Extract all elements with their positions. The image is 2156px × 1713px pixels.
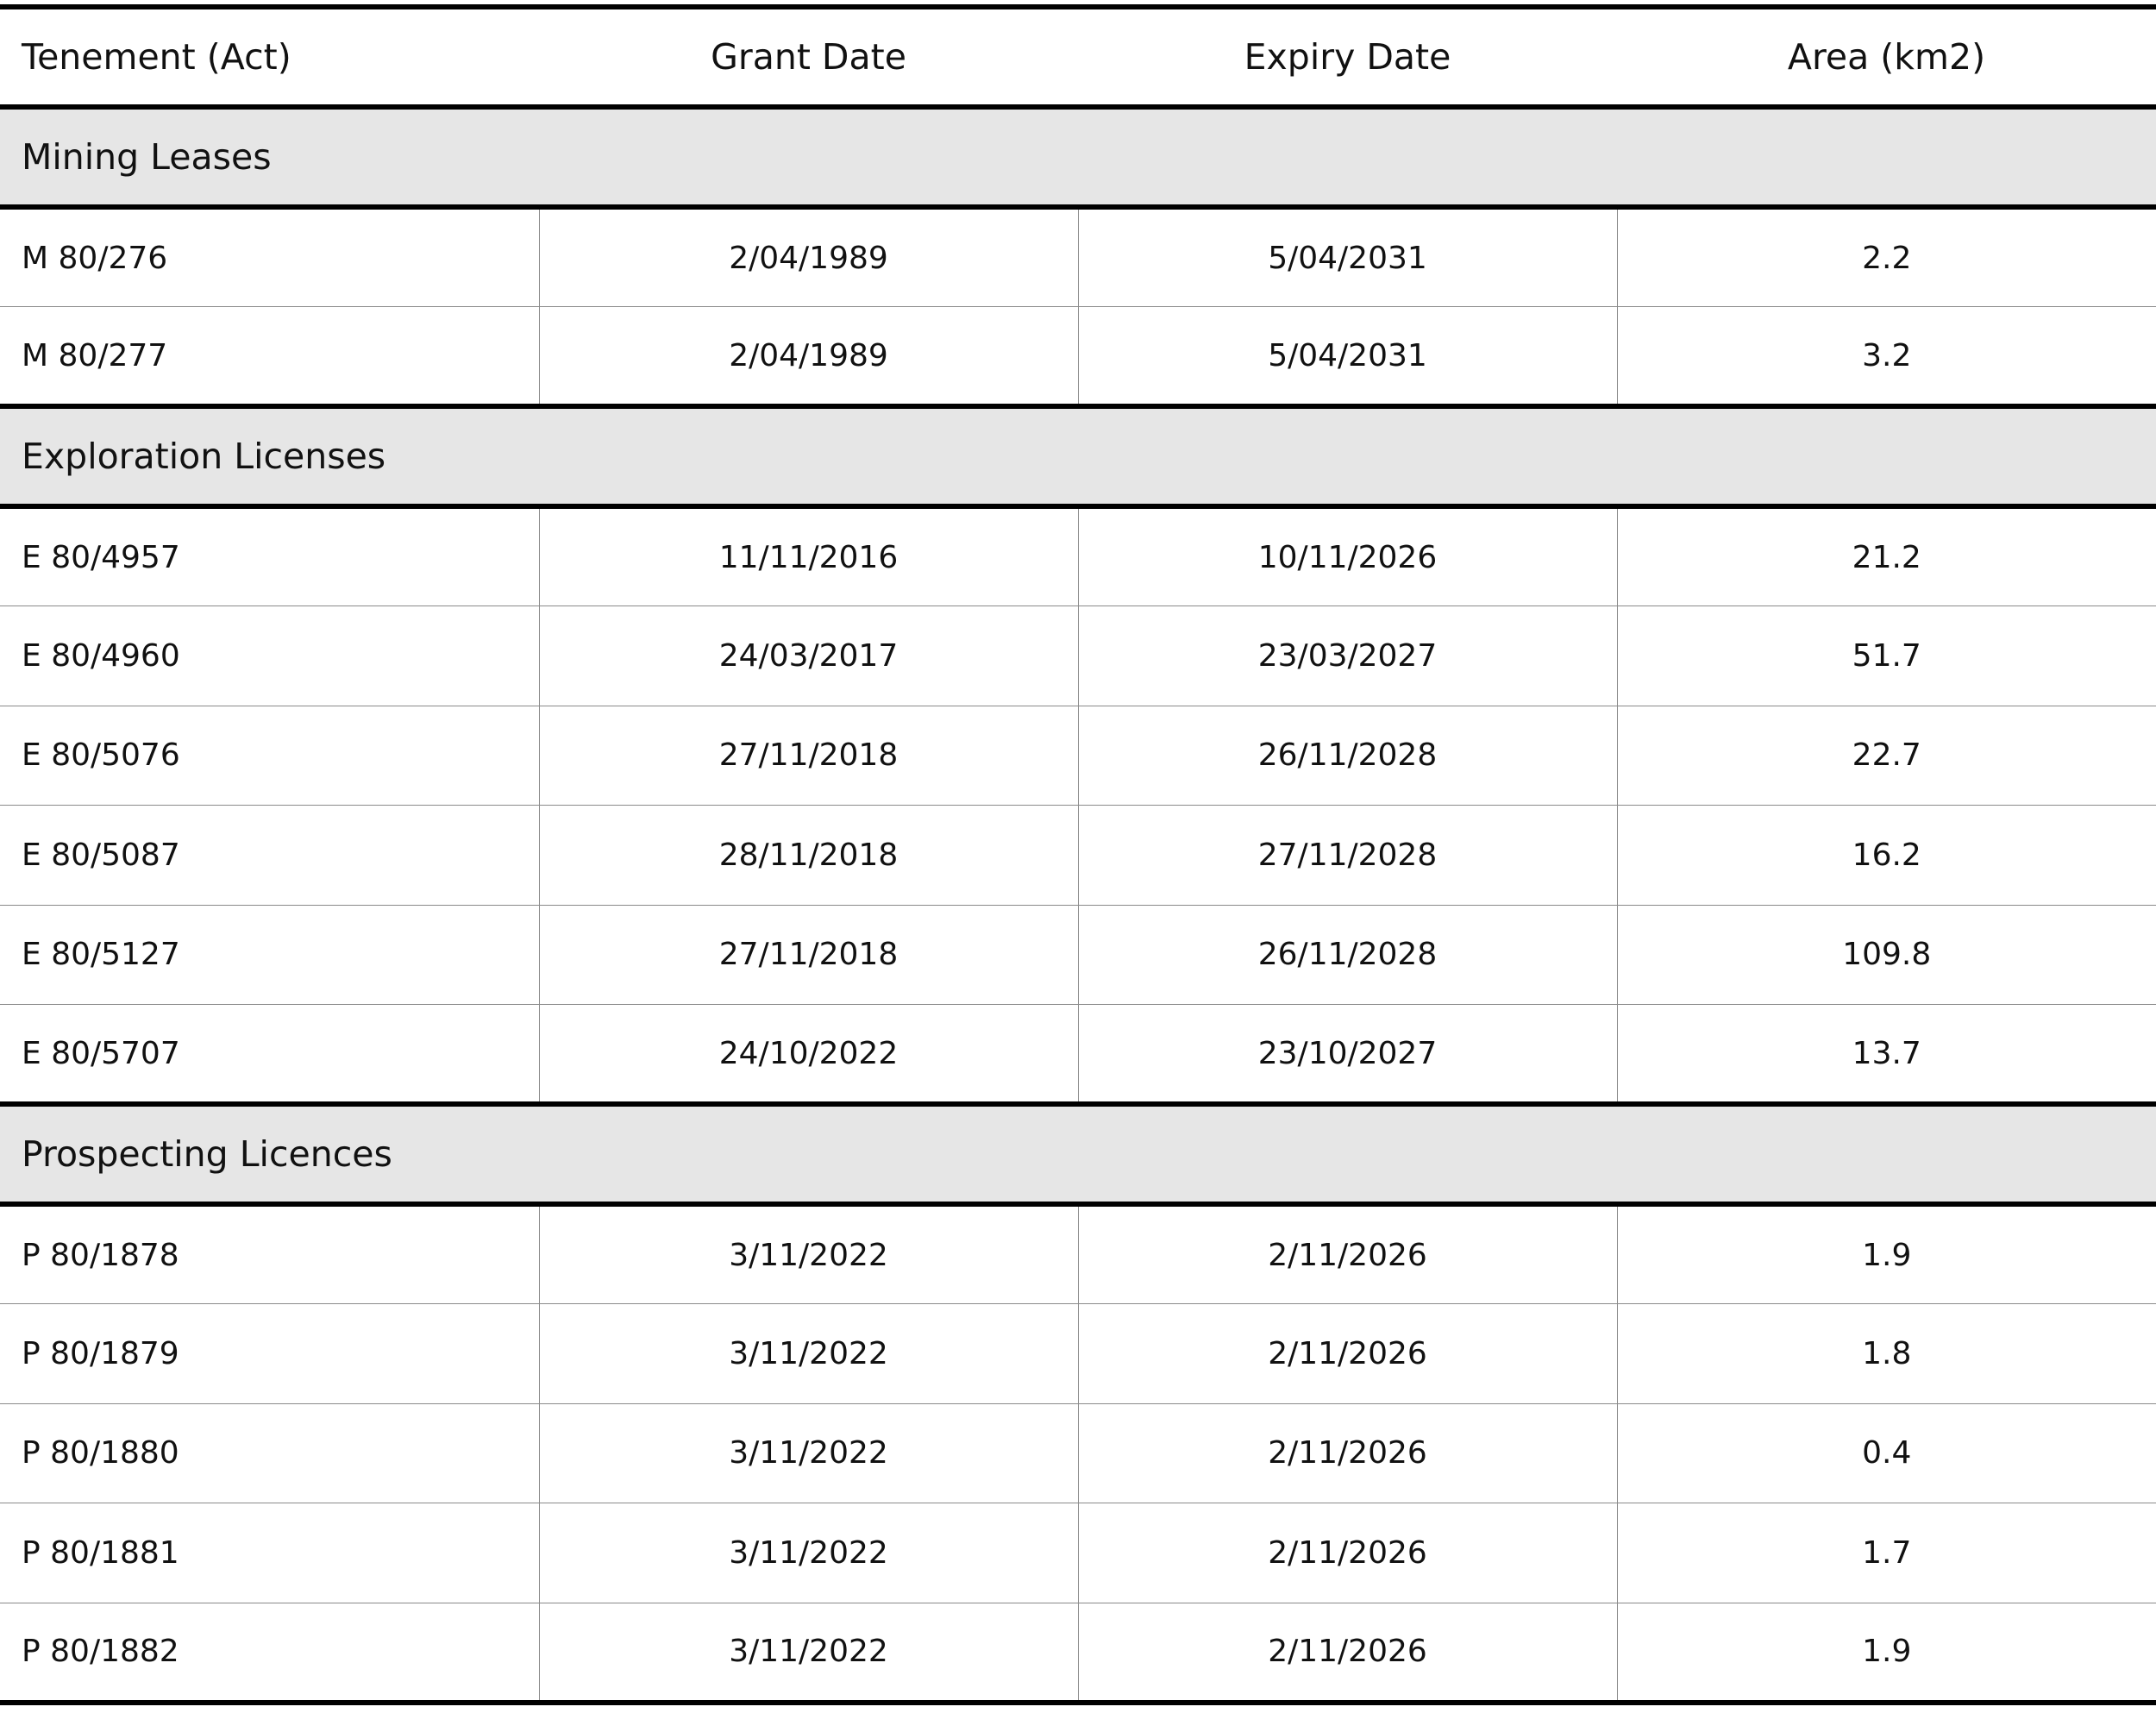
- table-row: M 80/276 2/04/1989 5/04/2031 2.2: [0, 207, 2156, 307]
- cell-grant-date: 3/11/2022: [538, 1503, 1078, 1603]
- cell-expiry-date: 26/11/2028: [1077, 706, 1617, 806]
- cell-tenement: E 80/4960: [0, 606, 539, 706]
- cell-tenement: P 80/1881: [0, 1503, 539, 1603]
- table-row: E 80/5707 24/10/2022 23/10/2027 13.7: [0, 1004, 2156, 1105]
- cell-grant-date: 28/11/2018: [538, 805, 1078, 906]
- section-title: Exploration Licenses: [0, 404, 2156, 509]
- cell-tenement: E 80/5076: [0, 706, 539, 806]
- table-row: P 80/1879 3/11/2022 2/11/2026 1.8: [0, 1303, 2156, 1404]
- cell-expiry-date: 5/04/2031: [1077, 306, 1617, 407]
- tenements-table: Tenement (Act) Grant Date Expiry Date Ar…: [0, 4, 2156, 1705]
- cell-grant-date: 2/04/1989: [538, 207, 1078, 307]
- header-tenement: Tenement (Act): [0, 4, 539, 110]
- table-row: E 80/4957 11/11/2016 10/11/2026 21.2: [0, 506, 2156, 606]
- cell-area: 16.2: [1616, 805, 2156, 906]
- cell-expiry-date: 26/11/2028: [1077, 905, 1617, 1005]
- cell-tenement: M 80/276: [0, 207, 539, 307]
- cell-tenement: P 80/1879: [0, 1303, 539, 1404]
- table-row: E 80/5087 28/11/2018 27/11/2028 16.2: [0, 805, 2156, 906]
- cell-grant-date: 24/10/2022: [538, 1004, 1078, 1105]
- cell-grant-date: 3/11/2022: [538, 1303, 1078, 1404]
- table-row: M 80/277 2/04/1989 5/04/2031 3.2: [0, 306, 2156, 407]
- cell-expiry-date: 2/11/2026: [1077, 1303, 1617, 1404]
- cell-expiry-date: 2/11/2026: [1077, 1503, 1617, 1603]
- table-row: P 80/1880 3/11/2022 2/11/2026 0.4: [0, 1403, 2156, 1503]
- cell-expiry-date: 10/11/2026: [1077, 506, 1617, 606]
- cell-tenement: P 80/1880: [0, 1403, 539, 1503]
- cell-expiry-date: 5/04/2031: [1077, 207, 1617, 307]
- cell-area: 0.4: [1616, 1403, 2156, 1503]
- section-title: Mining Leases: [0, 107, 2156, 210]
- table-row: P 80/1881 3/11/2022 2/11/2026 1.7: [0, 1503, 2156, 1603]
- cell-grant-date: 27/11/2018: [538, 706, 1078, 806]
- cell-tenement: E 80/5707: [0, 1004, 539, 1105]
- cell-grant-date: 24/03/2017: [538, 606, 1078, 706]
- table-body: Mining Leases M 80/276 2/04/1989 5/04/2031 2…: [0, 107, 2156, 1705]
- cell-area: 22.7: [1616, 706, 2156, 806]
- header-row: Tenement (Act) Grant Date Expiry Date Ar…: [0, 4, 2156, 110]
- table-row: P 80/1882 3/11/2022 2/11/2026 1.9: [0, 1603, 2156, 1705]
- cell-expiry-date: 2/11/2026: [1077, 1204, 1617, 1304]
- section-row: Exploration Licenses: [0, 404, 2156, 509]
- cell-grant-date: 27/11/2018: [538, 905, 1078, 1005]
- header-expiry-date: Expiry Date: [1078, 4, 1617, 110]
- cell-tenement: M 80/277: [0, 306, 539, 407]
- header-area: Area (km2): [1617, 4, 2156, 110]
- table-row: P 80/1878 3/11/2022 2/11/2026 1.9: [0, 1204, 2156, 1304]
- cell-tenement: E 80/4957: [0, 506, 539, 606]
- section-row: Mining Leases: [0, 107, 2156, 210]
- cell-tenement: P 80/1878: [0, 1204, 539, 1304]
- cell-expiry-date: 27/11/2028: [1077, 805, 1617, 906]
- cell-grant-date: 3/11/2022: [538, 1204, 1078, 1304]
- cell-tenement: E 80/5127: [0, 905, 539, 1005]
- cell-area: 3.2: [1616, 306, 2156, 407]
- cell-expiry-date: 2/11/2026: [1077, 1603, 1617, 1705]
- cell-grant-date: 3/11/2022: [538, 1403, 1078, 1503]
- section-row: Prospecting Licences: [0, 1101, 2156, 1207]
- cell-expiry-date: 23/10/2027: [1077, 1004, 1617, 1105]
- table-row: E 80/4960 24/03/2017 23/03/2027 51.7: [0, 606, 2156, 706]
- header-grant-date: Grant Date: [539, 4, 1078, 110]
- cell-area: 2.2: [1616, 207, 2156, 307]
- cell-tenement: P 80/1882: [0, 1603, 539, 1705]
- table-row: E 80/5127 27/11/2018 26/11/2028 109.8: [0, 905, 2156, 1005]
- cell-expiry-date: 23/03/2027: [1077, 606, 1617, 706]
- table-header: Tenement (Act) Grant Date Expiry Date Ar…: [0, 4, 2156, 110]
- cell-expiry-date: 2/11/2026: [1077, 1403, 1617, 1503]
- cell-area: 1.7: [1616, 1503, 2156, 1603]
- cell-area: 1.9: [1616, 1603, 2156, 1705]
- cell-area: 51.7: [1616, 606, 2156, 706]
- cell-grant-date: 3/11/2022: [538, 1603, 1078, 1705]
- table-row: E 80/5076 27/11/2018 26/11/2028 22.7: [0, 706, 2156, 806]
- cell-area: 1.9: [1616, 1204, 2156, 1304]
- section-title: Prospecting Licences: [0, 1101, 2156, 1207]
- table-container: Tenement (Act) Grant Date Expiry Date Ar…: [0, 4, 2156, 1705]
- cell-area: 1.8: [1616, 1303, 2156, 1404]
- cell-grant-date: 11/11/2016: [538, 506, 1078, 606]
- cell-area: 13.7: [1616, 1004, 2156, 1105]
- cell-tenement: E 80/5087: [0, 805, 539, 906]
- cell-area: 109.8: [1616, 905, 2156, 1005]
- cell-grant-date: 2/04/1989: [538, 306, 1078, 407]
- cell-area: 21.2: [1616, 506, 2156, 606]
